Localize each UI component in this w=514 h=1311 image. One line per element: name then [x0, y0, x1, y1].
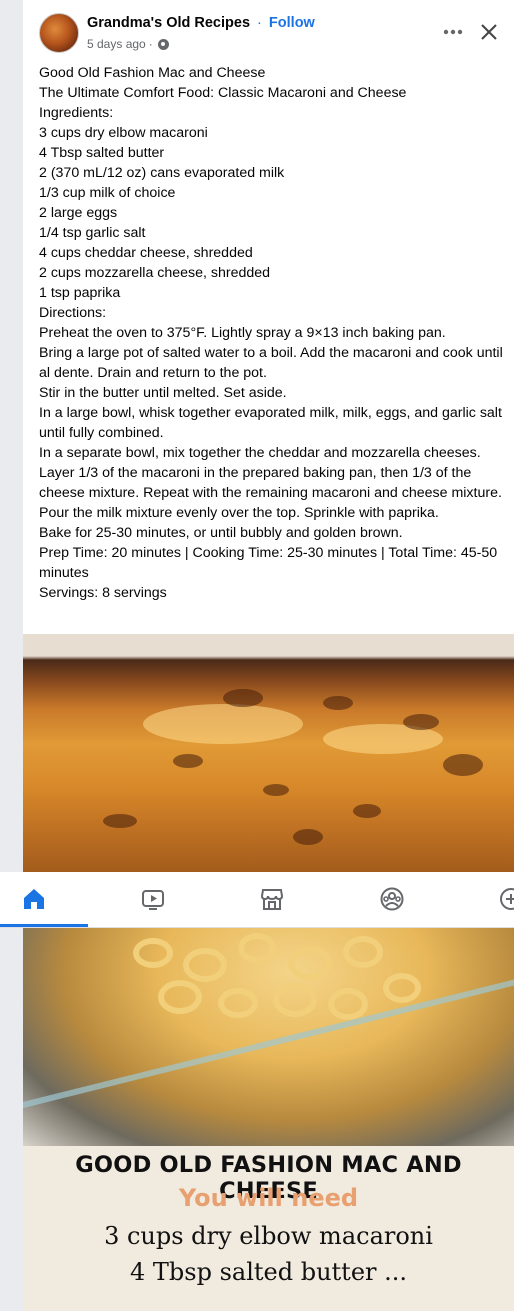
nav-video[interactable]	[140, 886, 166, 912]
close-button[interactable]	[475, 18, 503, 46]
post-text-line: The Ultimate Comfort Food: Classic Macar…	[39, 85, 407, 101]
post-body-text: Good Old Fashion Mac and Cheese The Ulti…	[39, 63, 509, 603]
post-author-row: Grandma's Old Recipes · Follow	[87, 15, 315, 31]
meta-separator: ·	[148, 37, 153, 51]
video-icon	[142, 890, 164, 910]
post-text-line: Pour the milk mixture evenly over the to…	[39, 505, 439, 521]
post-text-line: 4 cups cheddar cheese, shredded	[39, 245, 253, 261]
post-text-line: In a separate bowl, mix together the che…	[39, 445, 481, 461]
post-text-line: 1/4 tsp garlic salt	[39, 225, 146, 241]
post-text-line: Preheat the oven to 375°F. Lightly spray…	[39, 325, 446, 341]
image-card-line-2: 4 Tbsp salted butter ...	[129, 1258, 408, 1286]
post-text-line: Prep Time: 20 minutes | Cooking Time: 25…	[39, 545, 498, 581]
post-text-line: Bring a large pot of salted water to a b…	[39, 345, 503, 381]
post-text-line: 4 Tbsp salted butter	[39, 145, 165, 161]
post-photo-mac-closeup[interactable]	[23, 928, 514, 1146]
post-meta: 5 days ago ·	[87, 37, 169, 51]
post-card: Grandma's Old Recipes · Follow 5 days ag…	[23, 0, 514, 1311]
audience-gear-icon	[157, 38, 169, 50]
post-text-line: Layer 1/3 of the macaroni in the prepare…	[39, 465, 502, 501]
post-text-line: Ingredients:	[39, 105, 114, 121]
post-text-line: Directions:	[39, 305, 107, 321]
post-text-line: 2 cups mozzarella cheese, shredded	[39, 265, 271, 281]
post-text-line: Stir in the butter until melted. Set asi…	[39, 385, 287, 401]
more-options-button[interactable]	[439, 18, 467, 46]
post-text-line: Good Old Fashion Mac and Cheese	[39, 65, 266, 81]
nav-groups[interactable]	[379, 886, 405, 912]
post-text-line: 1/3 cup milk of choice	[39, 185, 176, 201]
follow-button[interactable]: Follow	[269, 15, 315, 31]
post-text-line: In a large bowl, whisk together evaporat…	[39, 405, 502, 441]
image-card-subtitle: You will need	[178, 1184, 359, 1212]
post-text-line: Bake for 25-30 minutes, or until bubbly …	[39, 525, 403, 541]
more-horizontal-icon	[443, 29, 463, 35]
post-text-line: Servings: 8 servings	[39, 585, 167, 601]
page-avatar[interactable]	[39, 13, 79, 53]
post-photo-mac-and-cheese[interactable]	[23, 634, 514, 872]
bottom-nav-bar	[0, 872, 514, 928]
image-card-line-1: 3 cups dry elbow macaroni	[104, 1222, 433, 1250]
groups-icon	[380, 887, 404, 911]
post-text-line: 3 cups dry elbow macaroni	[39, 125, 208, 141]
post-timestamp[interactable]: 5 days ago	[87, 37, 146, 51]
post-text-line: 2 (370 mL/12 oz) cans evaporated milk	[39, 165, 285, 181]
home-icon	[24, 889, 44, 909]
post-text-line: 1 tsp paprika	[39, 285, 121, 301]
close-icon	[481, 24, 497, 40]
marketplace-icon	[260, 889, 284, 910]
post-header: Grandma's Old Recipes · Follow 5 days ag…	[23, 0, 514, 62]
post-text-line: 2 large eggs	[39, 205, 118, 221]
name-separator: ·	[257, 15, 262, 31]
add-icon	[500, 888, 514, 910]
page-name-link[interactable]: Grandma's Old Recipes	[87, 15, 250, 31]
nav-home[interactable]	[21, 886, 47, 912]
recipe-title-card: GOOD OLD FASHION MAC AND CHEESE You will…	[23, 1146, 514, 1311]
nav-marketplace[interactable]	[259, 886, 285, 912]
nav-add[interactable]	[498, 886, 514, 912]
nav-active-indicator	[0, 924, 88, 927]
